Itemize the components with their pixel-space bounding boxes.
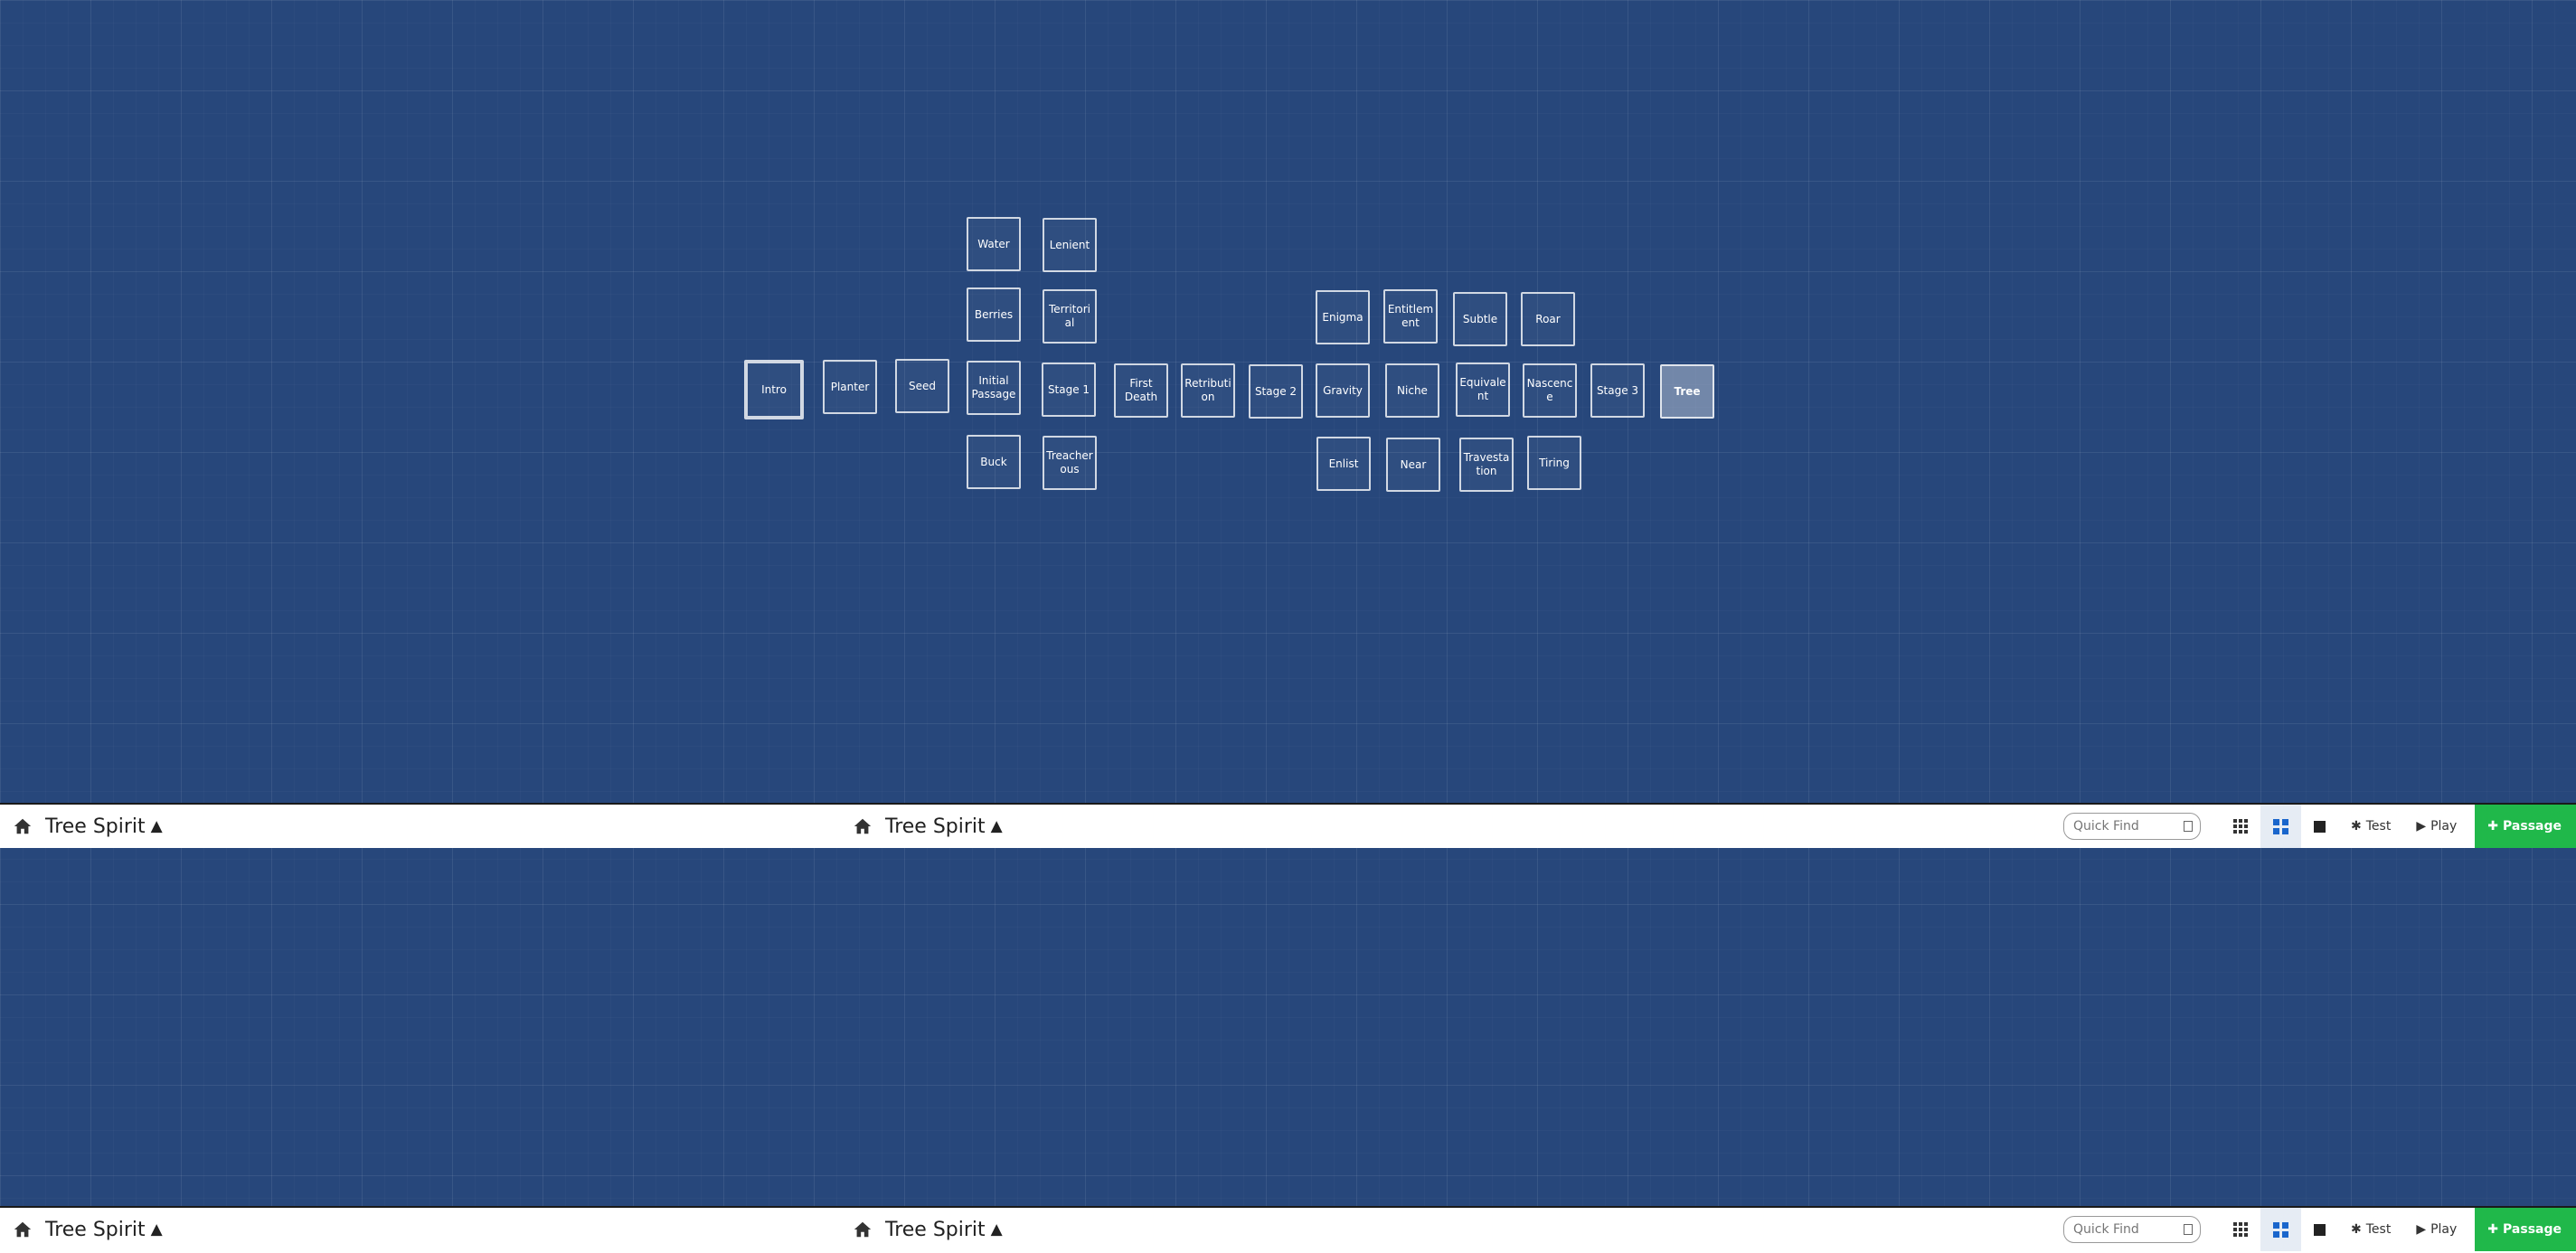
story-title-menu-secondary[interactable]: Tree Spirit ▲ bbox=[853, 805, 1003, 848]
test-button[interactable]: ✱ Test bbox=[2338, 805, 2403, 848]
calendar-icon bbox=[2184, 821, 2193, 832]
plus-icon: ✚ bbox=[2487, 819, 2499, 834]
passage-tree[interactable]: Tree bbox=[1660, 364, 1714, 419]
home-icon[interactable] bbox=[13, 816, 33, 836]
test-button[interactable]: ✱ Test bbox=[2338, 1208, 2403, 1251]
passage-retribution[interactable]: Retribution bbox=[1181, 363, 1235, 418]
passage-lenient[interactable]: Lenient bbox=[1043, 218, 1097, 272]
story-map[interactable]: Water Lenient Berries Territorial Intro Plant… bbox=[0, 0, 2576, 803]
story-title-menu[interactable]: Tree Spirit ▲ bbox=[13, 805, 163, 848]
passage-travestation[interactable]: Travestation bbox=[1459, 438, 1514, 492]
bug-icon: ✱ bbox=[2351, 1222, 2362, 1237]
passage-territorial[interactable]: Territorial bbox=[1043, 289, 1097, 344]
passage-buck[interactable]: Buck bbox=[967, 435, 1021, 489]
caret-up-icon: ▲ bbox=[990, 1220, 1003, 1239]
passage-water[interactable]: Water bbox=[967, 217, 1021, 271]
passage-first-death[interactable]: First Death bbox=[1114, 363, 1168, 418]
grid-small-icon bbox=[2233, 1222, 2248, 1237]
quick-find-input[interactable] bbox=[2071, 1221, 2184, 1238]
passage-stage-1[interactable]: Stage 1 bbox=[1042, 363, 1096, 417]
passage-berries[interactable]: Berries bbox=[967, 287, 1021, 342]
story-title-menu-secondary[interactable]: Tree Spirit ▲ bbox=[853, 1208, 1003, 1251]
passage-equivalent[interactable]: Equivalent bbox=[1456, 363, 1510, 417]
passage-near[interactable]: Near bbox=[1386, 438, 1440, 492]
square-icon bbox=[2314, 1223, 2326, 1236]
story-title: Tree Spirit bbox=[45, 815, 146, 838]
test-label: Test bbox=[2365, 819, 2392, 834]
plus-icon: ✚ bbox=[2487, 1222, 2499, 1237]
passage-intro[interactable]: Intro bbox=[744, 360, 804, 419]
play-icon: ▶ bbox=[2416, 819, 2427, 834]
bug-icon: ✱ bbox=[2351, 819, 2362, 834]
add-passage-button[interactable]: ✚ Passage bbox=[2475, 1208, 2576, 1251]
zoom-medium-button[interactable] bbox=[2260, 805, 2301, 848]
passage-enigma[interactable]: Enigma bbox=[1316, 290, 1370, 344]
toolbar-actions: ✱Test ▶Play ✚ Passage bbox=[2063, 805, 2576, 848]
play-button[interactable]: ▶ Play bbox=[2403, 805, 2469, 848]
passage-stage-2[interactable]: Stage 2 bbox=[1249, 364, 1303, 419]
quick-find[interactable] bbox=[2063, 1216, 2201, 1243]
passage-entitlement[interactable]: Entitlement bbox=[1383, 289, 1438, 344]
story-title: Tree Spirit bbox=[885, 1218, 986, 1241]
story-title: Tree Spirit bbox=[45, 1218, 146, 1241]
story-toolbar-lower: Tree Spirit ▲ Tree Spirit ▲ ✱Test ▶Play … bbox=[0, 1206, 2576, 1253]
play-label: Play bbox=[2430, 1222, 2458, 1237]
passage-enlist[interactable]: Enlist bbox=[1316, 437, 1371, 491]
passage-niche[interactable]: Niche bbox=[1385, 363, 1439, 418]
caret-up-icon: ▲ bbox=[990, 817, 1003, 835]
story-title: Tree Spirit bbox=[885, 815, 986, 838]
passage-seed[interactable]: Seed bbox=[895, 359, 949, 413]
square-icon bbox=[2314, 820, 2326, 833]
calendar-icon bbox=[2184, 1224, 2193, 1235]
grid-small-icon bbox=[2233, 819, 2248, 834]
passage-nascence[interactable]: Nascence bbox=[1523, 363, 1577, 418]
test-label: Test bbox=[2365, 1222, 2392, 1237]
toolbar-actions: ✱Test ▶Play ✚ Passage bbox=[2063, 1208, 2576, 1251]
zoom-medium-button[interactable] bbox=[2260, 1208, 2301, 1251]
home-icon[interactable] bbox=[13, 1220, 33, 1239]
home-icon[interactable] bbox=[853, 1220, 873, 1239]
passage-treacherous[interactable]: Treacherous bbox=[1043, 436, 1097, 490]
passage-roar[interactable]: Roar bbox=[1521, 292, 1575, 346]
grid-medium-icon bbox=[2273, 1221, 2288, 1238]
zoom-small-button[interactable] bbox=[2221, 805, 2260, 848]
play-button[interactable]: ▶ Play bbox=[2403, 1208, 2469, 1251]
quick-find[interactable] bbox=[2063, 813, 2201, 840]
story-title-menu[interactable]: Tree Spirit ▲ bbox=[13, 1208, 163, 1251]
home-icon[interactable] bbox=[853, 816, 873, 836]
add-passage-label: Passage bbox=[2503, 1222, 2562, 1237]
zoom-large-button[interactable] bbox=[2301, 805, 2338, 848]
passage-gravity[interactable]: Gravity bbox=[1316, 363, 1370, 418]
zoom-small-button[interactable] bbox=[2221, 1208, 2260, 1251]
add-passage-label: Passage bbox=[2503, 819, 2562, 834]
add-passage-button[interactable]: ✚ Passage bbox=[2475, 805, 2576, 848]
quick-find-input[interactable] bbox=[2071, 818, 2184, 834]
story-toolbar: Tree Spirit ▲ Tree Spirit ▲ ✱Test ▶Play … bbox=[0, 803, 2576, 848]
passage-stage-3[interactable]: Stage 3 bbox=[1590, 363, 1645, 418]
passage-initial-passage[interactable]: Initial Passage bbox=[967, 361, 1021, 415]
passage-planter[interactable]: Planter bbox=[823, 360, 877, 414]
play-icon: ▶ bbox=[2416, 1222, 2427, 1237]
passage-tiring[interactable]: Tiring bbox=[1527, 436, 1581, 490]
passage-subtle[interactable]: Subtle bbox=[1453, 292, 1507, 346]
zoom-large-button[interactable] bbox=[2301, 1208, 2338, 1251]
play-label: Play bbox=[2430, 819, 2458, 834]
story-map-lower[interactable] bbox=[0, 851, 2576, 1206]
caret-up-icon: ▲ bbox=[150, 1220, 163, 1239]
grid-medium-icon bbox=[2273, 818, 2288, 834]
caret-up-icon: ▲ bbox=[150, 817, 163, 835]
